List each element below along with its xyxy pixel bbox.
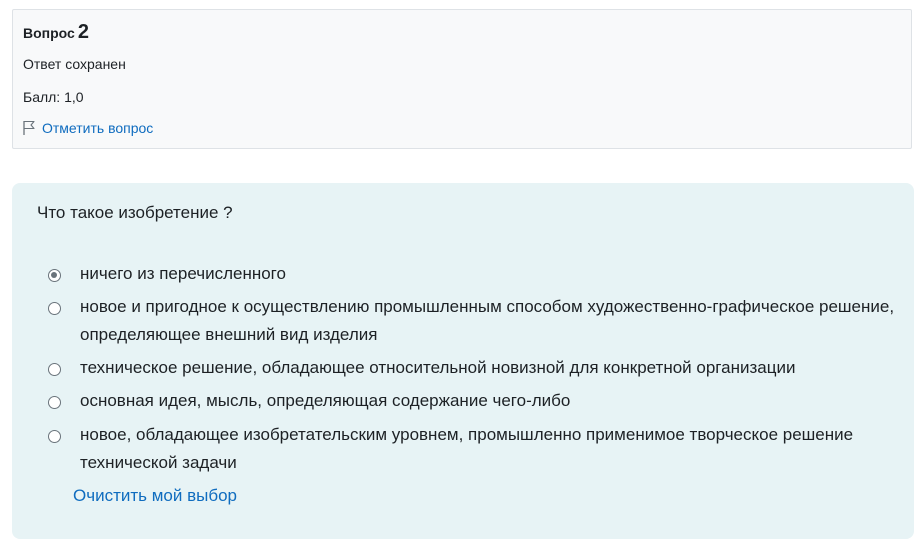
question-number: 2 bbox=[77, 21, 89, 43]
answer-label: основная идея, мысль, определяющая содер… bbox=[80, 391, 571, 410]
answer-option-5[interactable]: новое, обладающее изобретательским уровн… bbox=[48, 425, 900, 477]
radio-button-checked-icon[interactable] bbox=[48, 269, 61, 282]
answer-option-1[interactable]: ничего из перечисленного bbox=[48, 264, 900, 288]
question-state: Ответ сохранен bbox=[23, 56, 126, 72]
answer-label: ничего из перечисленного bbox=[80, 264, 286, 283]
clear-choice-link[interactable]: Очистить мой выбор bbox=[73, 486, 237, 506]
question-content: Что такое изобретение ? ничего из перечи… bbox=[12, 183, 914, 539]
question-label: Вопрос bbox=[23, 25, 75, 41]
radio-button-icon[interactable] bbox=[48, 363, 61, 376]
answer-option-2[interactable]: новое и пригодное к осуществлению промыш… bbox=[48, 297, 900, 349]
answer-option-3[interactable]: техническое решение, обладающее относите… bbox=[48, 358, 900, 382]
answer-label: новое, обладающее изобретательским уровн… bbox=[80, 425, 854, 472]
flag-icon bbox=[22, 120, 36, 136]
question-heading: Вопрос 2 bbox=[23, 21, 89, 44]
radio-button-icon[interactable] bbox=[48, 302, 61, 315]
question-info-panel: Вопрос 2 Ответ сохранен Балл: 1,0 Отметит… bbox=[12, 9, 912, 149]
answer-option-4[interactable]: основная идея, мысль, определяющая содер… bbox=[48, 391, 900, 415]
question-text: Что такое изобретение ? bbox=[37, 203, 233, 222]
radio-button-icon[interactable] bbox=[48, 430, 61, 443]
question-grade: Балл: 1,0 bbox=[23, 89, 84, 105]
radio-button-icon[interactable] bbox=[48, 396, 61, 409]
flag-question-label: Отметить вопрос bbox=[42, 120, 154, 136]
answer-label: техническое решение, обладающее относите… bbox=[80, 358, 796, 377]
answer-label: новое и пригодное к осуществлению промыш… bbox=[80, 297, 895, 344]
flag-question-link[interactable]: Отметить вопрос bbox=[22, 120, 153, 136]
